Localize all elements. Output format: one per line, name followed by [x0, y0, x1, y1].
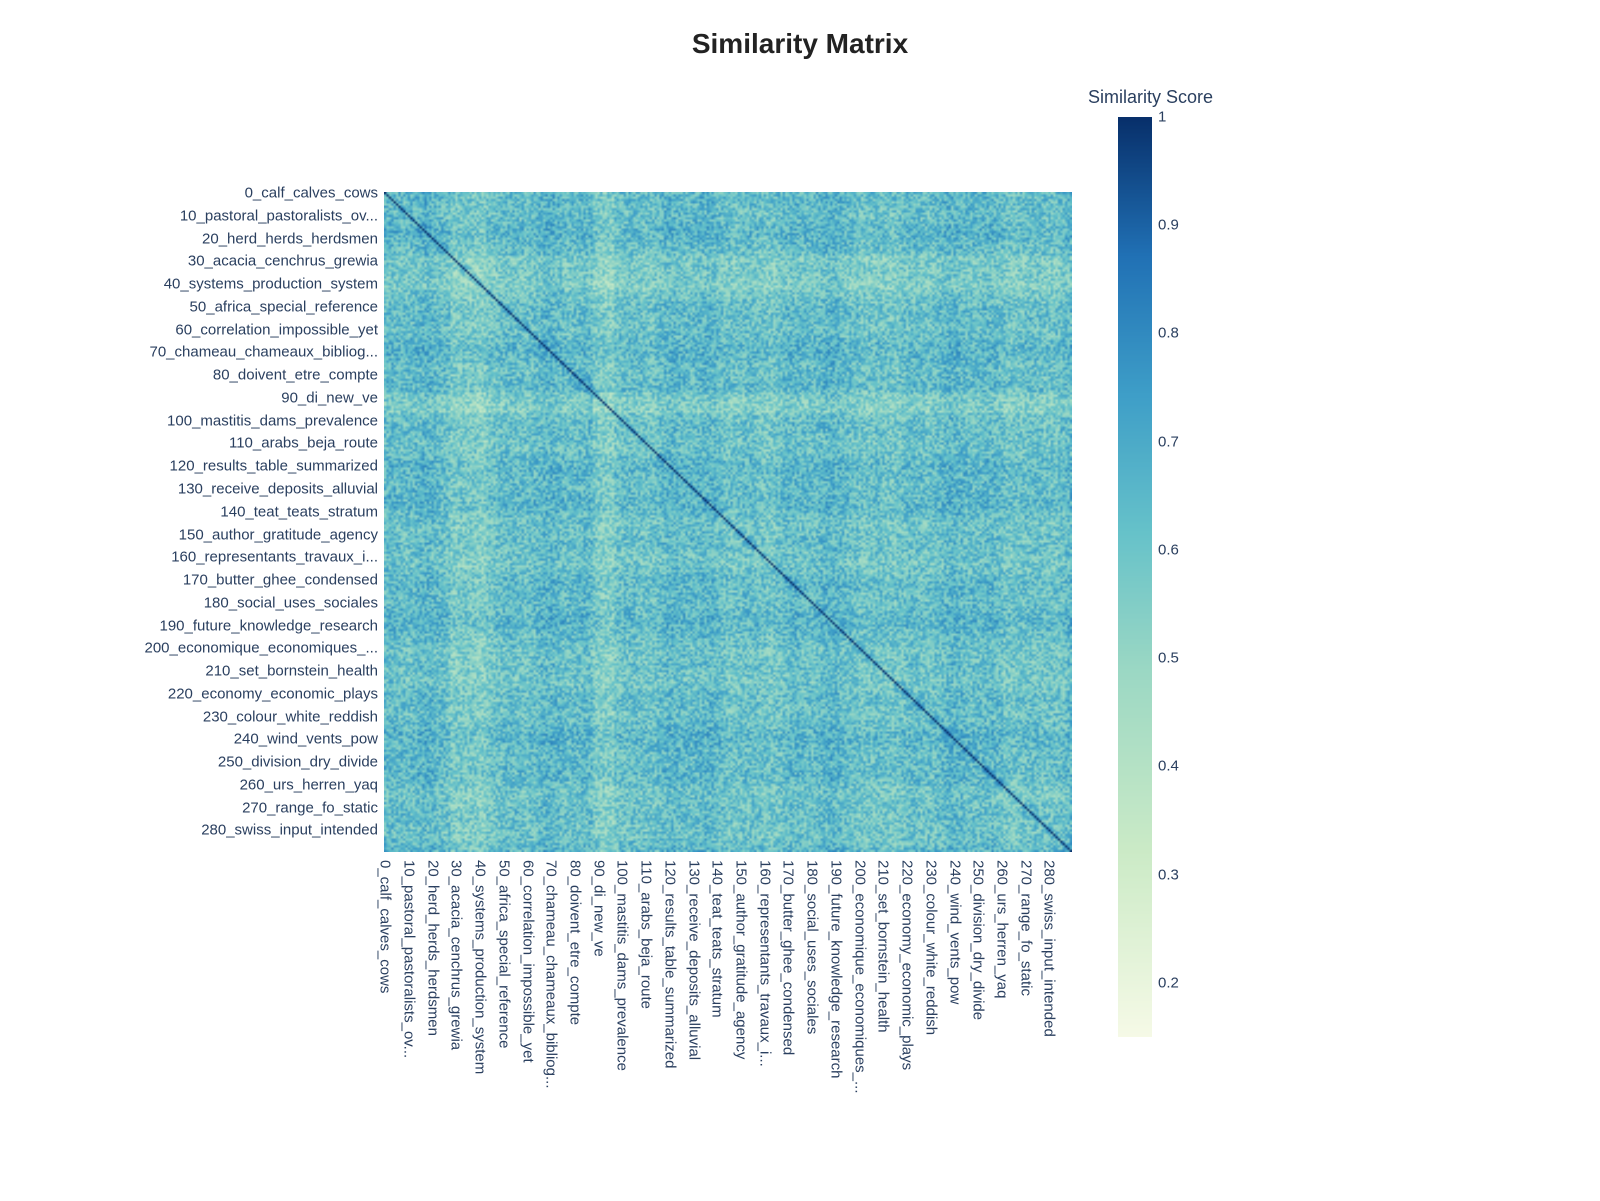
- x-tick-label: 260_urs_herren_yaq: [994, 860, 1011, 998]
- chart-title: Similarity Matrix: [0, 28, 1600, 60]
- y-tick-label: 190_future_knowledge_research: [160, 617, 379, 634]
- x-tick-label: 250_division_dry_divide: [970, 860, 987, 1020]
- y-tick-label: 280_swiss_input_intended: [201, 822, 378, 839]
- y-tick-label: 90_di_new_ve: [281, 389, 378, 406]
- x-tick-label: 140_teat_teats_stratum: [709, 860, 726, 1018]
- colorbar[interactable]: Similarity Score 10.90.80.70.60.50.40.30…: [1118, 117, 1152, 1037]
- y-tick-label: 200_economique_economiques_...: [144, 640, 378, 657]
- x-tick-label: 270_range_fo_static: [1017, 860, 1034, 996]
- x-tick-label: 220_economy_economic_plays: [899, 860, 916, 1070]
- x-tick-label: 10_pastoral_pastoralists_ov...: [400, 860, 417, 1058]
- y-tick-label: 70_chameau_chameaux_bibliog...: [150, 344, 379, 361]
- y-tick-label: 30_acacia_cenchrus_grewia: [188, 253, 378, 270]
- y-tick-label: 130_receive_deposits_alluvial: [178, 481, 378, 498]
- x-tick-label: 130_receive_deposits_alluvial: [685, 860, 702, 1060]
- y-tick-label: 230_colour_white_reddish: [203, 708, 378, 725]
- x-tick-label: 20_herd_herds_herdsmen: [424, 860, 441, 1036]
- y-tick-label: 50_africa_special_reference: [190, 298, 378, 315]
- y-tick-label: 60_correlation_impossible_yet: [175, 321, 378, 338]
- x-tick-label: 180_social_uses_sociales: [804, 860, 821, 1034]
- y-tick-label: 110_arabs_beja_route: [229, 435, 378, 452]
- x-tick-label: 80_doivent_etre_compte: [566, 860, 583, 1025]
- x-tick-label: 190_future_knowledge_research: [827, 860, 844, 1079]
- y-tick-label: 80_doivent_etre_compte: [213, 367, 378, 384]
- x-tick-label: 280_swiss_input_intended: [1041, 860, 1058, 1037]
- y-tick-label: 250_division_dry_divide: [218, 754, 378, 771]
- y-tick-label: 20_herd_herds_herdsmen: [202, 230, 378, 247]
- x-tick-label: 210_set_bornstein_health: [875, 860, 892, 1033]
- x-tick-label: 110_arabs_beja_route: [638, 860, 655, 1009]
- y-tick-label: 210_set_bornstein_health: [205, 663, 378, 680]
- colorbar-tick: 0.9: [1152, 217, 1179, 234]
- colorbar-tick: 0.3: [1152, 866, 1179, 883]
- x-tick-label: 0_calf_calves_cows: [377, 860, 394, 993]
- x-tick-label: 100_mastitis_dams_prevalence: [614, 860, 631, 1071]
- x-tick-label: 90_di_new_ve: [590, 860, 607, 957]
- y-tick-label: 150_author_gratitude_agency: [179, 526, 378, 543]
- y-tick-label: 0_calf_calves_cows: [245, 185, 378, 202]
- x-tick-label: 150_author_gratitude_agency: [733, 860, 750, 1059]
- colorbar-gradient[interactable]: [1118, 117, 1152, 1037]
- x-tick-label: 240_wind_vents_pow: [946, 860, 963, 1004]
- colorbar-tick: 0.8: [1152, 325, 1179, 342]
- colorbar-tick: 1: [1152, 109, 1166, 126]
- heatmap[interactable]: [384, 192, 1072, 852]
- x-tick-label: 40_systems_production_system: [472, 860, 489, 1074]
- x-tick-label: 160_representants_travaux_i...: [756, 860, 773, 1067]
- colorbar-tick: 0.6: [1152, 541, 1179, 558]
- heatmap-canvas[interactable]: [384, 192, 1072, 852]
- y-tick-label: 180_social_uses_sociales: [204, 594, 378, 611]
- x-tick-label: 200_economique_economiques_...: [851, 860, 868, 1094]
- y-tick-label: 240_wind_vents_pow: [234, 731, 378, 748]
- y-tick-label: 160_representants_travaux_i...: [171, 549, 378, 566]
- y-tick-label: 40_systems_production_system: [164, 276, 378, 293]
- y-tick-label: 260_urs_herren_yaq: [240, 776, 378, 793]
- colorbar-tick: 0.4: [1152, 758, 1179, 775]
- x-axis-tick-labels: 0_calf_calves_cows10_pastoral_pastoralis…: [384, 860, 1072, 1200]
- x-tick-label: 50_africa_special_reference: [495, 860, 512, 1048]
- chart-stage: Similarity Matrix 0_calf_calves_cows10_p…: [0, 0, 1600, 1201]
- x-tick-label: 170_butter_ghee_condensed: [780, 860, 797, 1055]
- colorbar-tick: 0.5: [1152, 650, 1179, 667]
- y-tick-label: 220_economy_economic_plays: [168, 685, 378, 702]
- x-tick-label: 120_results_table_summarized: [661, 860, 678, 1068]
- x-tick-label: 60_correlation_impossible_yet: [519, 860, 536, 1063]
- colorbar-title: Similarity Score: [1088, 87, 1213, 108]
- y-tick-label: 100_mastitis_dams_prevalence: [167, 412, 378, 429]
- y-tick-label: 170_butter_ghee_condensed: [183, 572, 378, 589]
- x-tick-label: 70_chameau_chameaux_bibliog...: [543, 860, 560, 1089]
- colorbar-tick: 0.2: [1152, 974, 1179, 991]
- y-tick-label: 120_results_table_summarized: [170, 458, 378, 475]
- y-tick-label: 140_teat_teats_stratum: [220, 503, 378, 520]
- colorbar-tick: 0.7: [1152, 433, 1179, 450]
- y-tick-label: 270_range_fo_static: [242, 799, 378, 816]
- x-tick-label: 30_acacia_cenchrus_grewia: [448, 860, 465, 1050]
- y-tick-label: 10_pastoral_pastoralists_ov...: [180, 207, 378, 224]
- x-tick-label: 230_colour_white_reddish: [922, 860, 939, 1035]
- y-axis-tick-labels: 0_calf_calves_cows10_pastoral_pastoralis…: [0, 192, 378, 852]
